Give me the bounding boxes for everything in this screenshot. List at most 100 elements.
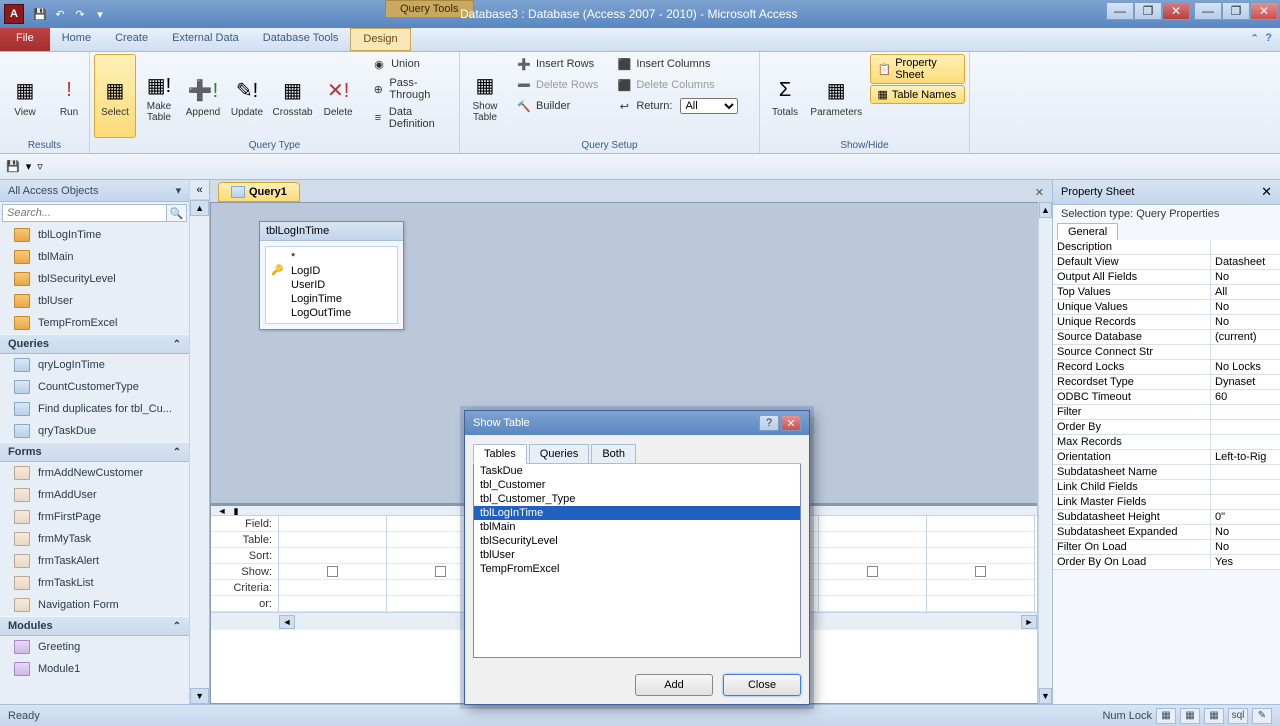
- nav-item-form[interactable]: frmAddUser: [0, 484, 189, 506]
- add-button[interactable]: Add: [635, 674, 713, 696]
- app-close-button[interactable]: ✕: [1162, 2, 1190, 20]
- property-row[interactable]: Order By: [1053, 420, 1280, 435]
- menu-database-tools[interactable]: Database Tools: [251, 28, 351, 51]
- property-row[interactable]: Source Connect Str: [1053, 345, 1280, 360]
- nav-item-form[interactable]: Navigation Form: [0, 594, 189, 616]
- nav-item-module[interactable]: Module1: [0, 658, 189, 680]
- delete-columns-button[interactable]: ⬛Delete Columns: [612, 75, 742, 95]
- search-icon[interactable]: 🔍: [167, 204, 187, 222]
- document-close-button[interactable]: ✕: [1027, 183, 1052, 202]
- grid-column[interactable]: [819, 516, 927, 612]
- scroll-down-icon[interactable]: ▼: [190, 688, 209, 704]
- totals-button[interactable]: ΣTotals: [764, 54, 806, 138]
- menu-home[interactable]: Home: [50, 28, 103, 51]
- nav-search-input[interactable]: [2, 204, 167, 222]
- property-row[interactable]: OrientationLeft-to-Rig: [1053, 450, 1280, 465]
- property-row[interactable]: Default ViewDatasheet: [1053, 255, 1280, 270]
- property-row[interactable]: Unique ValuesNo: [1053, 300, 1280, 315]
- make-table-button[interactable]: ▦!Make Table: [138, 54, 180, 138]
- document-tab[interactable]: Query1: [218, 182, 300, 202]
- nav-group-modules[interactable]: Modules⌃: [0, 616, 189, 636]
- window-close-button[interactable]: ✕: [1250, 2, 1278, 20]
- grid-cell[interactable]: [819, 548, 926, 564]
- nav-group-forms[interactable]: Forms⌃: [0, 442, 189, 462]
- view-chart-icon[interactable]: ▦: [1204, 708, 1224, 724]
- property-row[interactable]: Top ValuesAll: [1053, 285, 1280, 300]
- dialog-help-button[interactable]: ?: [759, 415, 779, 431]
- dialog-tab[interactable]: Queries: [529, 444, 590, 464]
- field-row[interactable]: LogOutTime: [269, 306, 394, 320]
- crosstab-button[interactable]: ▦Crosstab: [270, 54, 315, 138]
- grid-cell[interactable]: [819, 596, 926, 612]
- scroll-left-icon[interactable]: ◄: [279, 615, 295, 629]
- property-row[interactable]: Link Master Fields: [1053, 495, 1280, 510]
- delete-rows-button[interactable]: ➖Delete Rows: [512, 75, 602, 95]
- nav-item-module[interactable]: Greeting: [0, 636, 189, 658]
- scroll-track[interactable]: [190, 216, 209, 688]
- collapse-ribbon-icon[interactable]: ⌃: [1250, 32, 1259, 47]
- insert-columns-button[interactable]: ⬛Insert Columns: [612, 54, 742, 74]
- dropdown-icon[interactable]: ▾: [26, 160, 32, 173]
- window-restore-button[interactable]: ❐: [1222, 2, 1250, 20]
- save-icon[interactable]: 💾: [6, 160, 20, 173]
- dialog-titlebar[interactable]: Show Table ? ✕: [465, 411, 809, 435]
- grid-cell[interactable]: [279, 532, 386, 548]
- redo-icon[interactable]: ↷: [72, 6, 88, 22]
- view-sql-icon[interactable]: sql: [1228, 708, 1248, 724]
- restore-button[interactable]: ❐: [1134, 2, 1162, 20]
- nav-item-form[interactable]: frmAddNewCustomer: [0, 462, 189, 484]
- dialog-tab[interactable]: Both: [591, 444, 636, 464]
- nav-item-form[interactable]: frmFirstPage: [0, 506, 189, 528]
- scroll-up-icon[interactable]: ▲: [190, 200, 209, 216]
- grid-cell[interactable]: [927, 596, 1034, 612]
- grid-cell[interactable]: [927, 532, 1034, 548]
- grid-cell[interactable]: [279, 596, 386, 612]
- menu-create[interactable]: Create: [103, 28, 160, 51]
- hscroll-left-icon[interactable]: ◄: [215, 506, 229, 515]
- collapse-icon[interactable]: ⌃: [173, 447, 181, 458]
- dialog-list-item[interactable]: tblLogInTime: [474, 506, 800, 520]
- property-row[interactable]: Filter On LoadNo: [1053, 540, 1280, 555]
- dialog-list-item[interactable]: TaskDue: [474, 464, 800, 478]
- grid-cell-show[interactable]: [279, 564, 386, 580]
- return-select[interactable]: All: [680, 98, 738, 114]
- dialog-close-button[interactable]: ✕: [781, 415, 801, 431]
- dropdown2-icon[interactable]: ▿: [37, 160, 43, 173]
- window-minimize-button[interactable]: —: [1194, 2, 1222, 20]
- passthrough-button[interactable]: ⊕Pass-Through: [367, 75, 455, 103]
- grid-cell[interactable]: [279, 516, 386, 532]
- grid-column[interactable]: [279, 516, 387, 612]
- nav-item-form[interactable]: frmTaskList: [0, 572, 189, 594]
- close-button[interactable]: Close: [723, 674, 801, 696]
- close-icon[interactable]: ✕: [1261, 184, 1272, 200]
- nav-item-query[interactable]: CountCustomerType: [0, 376, 189, 398]
- scroll-down-icon[interactable]: ▼: [1039, 688, 1052, 704]
- grid-cell[interactable]: [927, 548, 1034, 564]
- minimize-button[interactable]: —: [1106, 2, 1134, 20]
- property-row[interactable]: Record LocksNo Locks: [1053, 360, 1280, 375]
- dialog-tab[interactable]: Tables: [473, 444, 527, 464]
- nav-item-query[interactable]: qryTaskDue: [0, 420, 189, 442]
- menu-design[interactable]: Design: [350, 28, 410, 51]
- split-icon[interactable]: ▮: [229, 506, 243, 515]
- save-icon[interactable]: 💾: [32, 6, 48, 22]
- insert-rows-button[interactable]: ➕Insert Rows: [512, 54, 602, 74]
- field-row[interactable]: *: [269, 250, 394, 264]
- property-row[interactable]: Max Records: [1053, 435, 1280, 450]
- qat-dropdown-icon[interactable]: ▾: [92, 6, 108, 22]
- help-icon[interactable]: ?: [1265, 32, 1272, 47]
- append-button[interactable]: ➕!Append: [182, 54, 224, 138]
- grid-cell[interactable]: [927, 516, 1034, 532]
- dialog-list-item[interactable]: tbl_Customer_Type: [474, 492, 800, 506]
- property-row[interactable]: Filter: [1053, 405, 1280, 420]
- dialog-list-item[interactable]: tbl_Customer: [474, 478, 800, 492]
- union-button[interactable]: ◉Union: [367, 54, 455, 74]
- chevron-down-icon[interactable]: ▾: [176, 184, 182, 197]
- property-row[interactable]: Subdatasheet Name: [1053, 465, 1280, 480]
- property-row[interactable]: Output All FieldsNo: [1053, 270, 1280, 285]
- property-row[interactable]: ODBC Timeout60: [1053, 390, 1280, 405]
- property-row[interactable]: Subdatasheet ExpandedNo: [1053, 525, 1280, 540]
- nav-item-query[interactable]: Find duplicates for tbl_Cu...: [0, 398, 189, 420]
- property-row[interactable]: Unique RecordsNo: [1053, 315, 1280, 330]
- nav-item-table[interactable]: TempFromExcel: [0, 312, 189, 334]
